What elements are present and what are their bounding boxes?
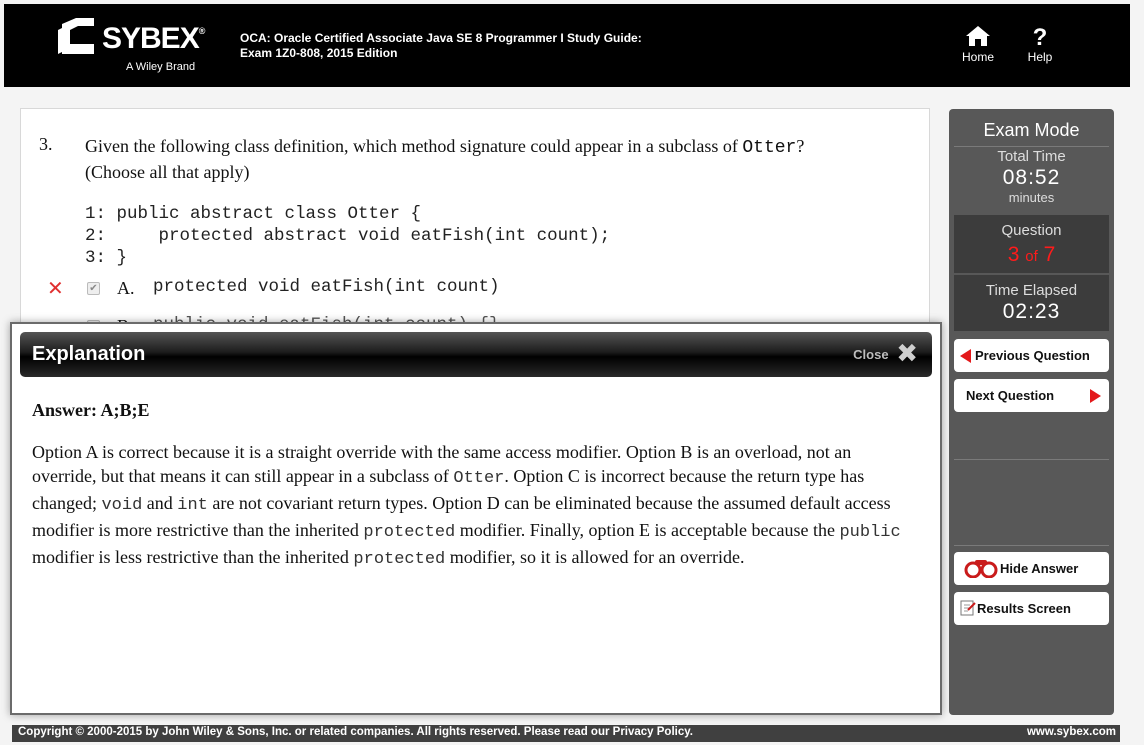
option-a-checkbox[interactable]: ✔ [87, 282, 100, 295]
divider [954, 459, 1109, 460]
book-title: OCA: Oracle Certified Associate Java SE … [240, 31, 642, 61]
inline-code: public [839, 523, 901, 542]
question-text-before: Given the following class definition, wh… [85, 136, 743, 156]
help-icon: ? [1033, 24, 1048, 48]
explanation-fragment: modifier is less restrictive than the in… [32, 547, 354, 567]
binoculars-icon [964, 560, 998, 578]
arrow-left-icon [960, 349, 971, 363]
question-of: of [1025, 248, 1038, 265]
question-counter-label: Question [1001, 222, 1062, 239]
inline-code: protected [353, 550, 446, 569]
total-time-value: 08:52 [1002, 166, 1061, 189]
divider [954, 146, 1109, 147]
exam-sidebar: Exam Mode Total Time 08:52 minutes Quest… [949, 109, 1114, 715]
home-button[interactable]: Home [956, 24, 1000, 68]
explanation-title-bar: Explanation Close ✖ [20, 332, 932, 377]
option-a[interactable]: ✕ ✔ A. protected void eatFish(int count) [47, 277, 907, 303]
divider [954, 545, 1109, 546]
close-icon: ✖ [896, 338, 918, 368]
svg-text:?: ? [1033, 24, 1048, 48]
inline-code: Otter [453, 469, 505, 488]
app-header: SYBEX® A Wiley Brand OCA: Oracle Certifi… [4, 4, 1130, 87]
question-counter: Question 3 of 7 [954, 215, 1109, 273]
explanation-title: Explanation [32, 343, 146, 365]
sybex-logo-mark [58, 18, 94, 54]
home-label: Home [961, 50, 994, 64]
exam-mode-title: Exam Mode [983, 120, 1080, 140]
answer-line: Answer: A;B;E [32, 400, 150, 420]
hide-answer-label: Hide Answer [1000, 561, 1079, 576]
brand-name: SYBEX® [102, 22, 205, 55]
question-text-after: ? [796, 136, 805, 156]
time-elapsed-label: Time Elapsed [985, 282, 1078, 299]
results-icon [960, 600, 976, 616]
total-time-unit: minutes [1008, 190, 1055, 205]
hide-answer-button[interactable]: Hide Answer [954, 552, 1109, 585]
question-instruction: (Choose all that apply) [85, 162, 250, 182]
book-title-line2: Exam 1Z0-808, 2015 Edition [240, 46, 398, 60]
help-label: Help [1027, 50, 1053, 64]
question-current: 3 [1007, 243, 1020, 266]
next-question-label: Next Question [966, 388, 1055, 403]
previous-question-button[interactable]: Previous Question [954, 339, 1109, 372]
total-time-label: Total Time [997, 148, 1066, 165]
results-screen-button[interactable]: Results Screen [954, 592, 1109, 625]
close-button[interactable]: Close ✖ [853, 338, 918, 368]
brand-tagline: A Wiley Brand [126, 61, 196, 73]
question-text: Given the following class definition, wh… [85, 134, 905, 184]
explanation-fragment: modifier, so it is allowed for an overri… [445, 547, 745, 567]
option-a-text: protected void eatFish(int count) [153, 277, 500, 297]
inline-code: protected [363, 523, 456, 542]
code-block: 1: public abstract class Otter { 2: prot… [85, 204, 611, 268]
question-total: 7 [1043, 243, 1056, 266]
time-elapsed-value: 02:23 [1002, 300, 1061, 323]
explanation-fragment: and [142, 493, 178, 513]
wrong-x-icon: ✕ [47, 278, 64, 300]
explanation-fragment: modifier. Finally, option E is acceptabl… [455, 520, 840, 540]
question-panel: 3. Given the following class definition,… [20, 108, 930, 338]
explanation-text: Option A is correct because it is a stra… [32, 440, 917, 572]
close-label: Close [853, 347, 889, 363]
sybex-logo[interactable]: SYBEX® A Wiley Brand [56, 16, 206, 76]
book-title-line1: OCA: Oracle Certified Associate Java SE … [240, 31, 642, 45]
question-counter-value: 3 of 7 [954, 243, 1109, 267]
copyright-text: Copyright © 2000-2015 by John Wiley & So… [18, 726, 693, 738]
results-screen-label: Results Screen [977, 601, 1071, 616]
footer: Copyright © 2000-2015 by John Wiley & So… [12, 725, 1120, 742]
question-number: 3. [39, 134, 53, 154]
help-button[interactable]: ? Help [1018, 24, 1062, 68]
inline-code: void [101, 496, 143, 515]
option-a-letter: A. [117, 278, 135, 298]
explanation-panel: Explanation Close ✖ Answer: A;B;E Option… [10, 322, 942, 715]
arrow-right-icon [1090, 389, 1101, 403]
inline-code: int [177, 496, 208, 515]
question-class-name: Otter [742, 138, 797, 158]
next-question-button[interactable]: Next Question [954, 379, 1109, 412]
site-link[interactable]: www.sybex.com [1027, 726, 1116, 738]
time-elapsed: Time Elapsed 02:23 [954, 275, 1109, 331]
home-icon [966, 26, 990, 46]
previous-question-label: Previous Question [975, 348, 1090, 363]
